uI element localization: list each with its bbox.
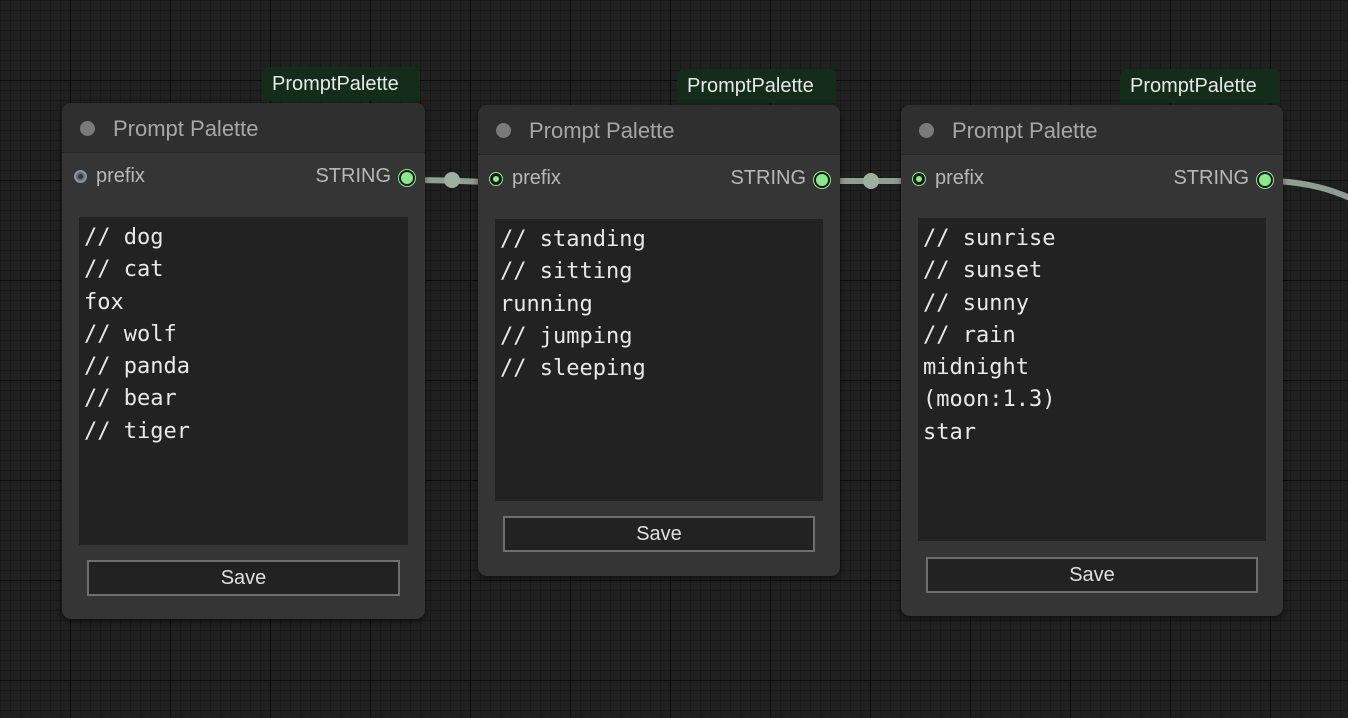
save-button[interactable]: Save bbox=[926, 557, 1258, 593]
prompt-textarea[interactable]: // sunrise // sunset // sunny // rain midnig… bbox=[918, 218, 1266, 541]
prompt-line: // dog bbox=[84, 225, 164, 250]
string-output-label: STRING bbox=[730, 167, 806, 189]
prefix-input-label: prefix bbox=[96, 165, 145, 187]
node-type-badge: PromptPalette bbox=[1120, 69, 1280, 103]
link-midpoint-node2-to-node3[interactable] bbox=[863, 173, 879, 189]
prefix-input-label: prefix bbox=[935, 167, 984, 189]
node-type-badge: PromptPalette bbox=[677, 69, 836, 103]
prompt-line: fox bbox=[84, 289, 124, 315]
prompt-line: // sunset bbox=[923, 258, 1043, 284]
node-title: Prompt Palette bbox=[113, 116, 259, 141]
collapse-dot-icon[interactable] bbox=[919, 123, 934, 138]
prompt-line: (moon:1.3) bbox=[923, 387, 1056, 413]
prompt-line: // sleeping bbox=[500, 356, 646, 382]
node-header[interactable]: Prompt Palette bbox=[478, 105, 840, 155]
prefix-input-label: prefix bbox=[512, 167, 561, 189]
prefix-input-slot-icon[interactable] bbox=[490, 173, 502, 185]
node-type-badge: PromptPalette bbox=[262, 67, 420, 101]
save-button[interactable]: Save bbox=[87, 560, 400, 596]
node-header[interactable]: Prompt Palette bbox=[901, 105, 1283, 155]
link-midpoint-node1-to-node2[interactable] bbox=[444, 172, 460, 188]
prompt-line: // sitting bbox=[500, 259, 633, 285]
prompt-line: running bbox=[500, 291, 593, 317]
prompt-line: // wolf bbox=[84, 321, 177, 347]
prompt-line: // jumping bbox=[500, 323, 633, 349]
prompt-line: // sunny bbox=[923, 290, 1029, 316]
prompt-line: // tiger bbox=[84, 418, 190, 444]
save-button[interactable]: Save bbox=[503, 516, 815, 552]
slot-row: prefix STRING bbox=[478, 155, 840, 203]
collapse-dot-icon[interactable] bbox=[80, 121, 95, 136]
slot-row: prefix STRING bbox=[901, 155, 1283, 203]
prompt-line: // cat bbox=[84, 257, 164, 283]
string-output-slot-icon[interactable] bbox=[814, 172, 830, 188]
string-output-label: STRING bbox=[315, 165, 391, 187]
prefix-input-slot-icon[interactable] bbox=[74, 170, 87, 183]
prompt-line: // standing bbox=[500, 227, 646, 252]
prompt-line: star bbox=[923, 419, 976, 445]
collapse-dot-icon[interactable] bbox=[496, 123, 511, 138]
prompt-palette-node-2[interactable]: Prompt Palette prefix STRING // standing… bbox=[478, 105, 840, 576]
prefix-input-slot-icon[interactable] bbox=[913, 173, 925, 185]
prompt-line: // rain bbox=[923, 322, 1016, 348]
prompt-line: // sunrise bbox=[923, 226, 1056, 251]
string-output-slot-icon[interactable] bbox=[399, 170, 415, 186]
string-output-slot-icon[interactable] bbox=[1257, 172, 1273, 188]
prompt-textarea[interactable]: // dog // cat fox // wolf // panda // bear // … bbox=[79, 217, 408, 545]
prompt-line: // panda bbox=[84, 354, 190, 380]
prompt-palette-node-3[interactable]: Prompt Palette prefix STRING // sunrise /… bbox=[901, 105, 1283, 616]
node-title: Prompt Palette bbox=[529, 118, 675, 143]
node-header[interactable]: Prompt Palette bbox=[62, 103, 425, 153]
prompt-line: // bear bbox=[84, 386, 177, 412]
prompt-textarea[interactable]: // standing // sitting running // jumping //… bbox=[495, 219, 823, 501]
slot-row: prefix STRING bbox=[62, 153, 425, 201]
string-output-label: STRING bbox=[1173, 167, 1249, 189]
node-title: Prompt Palette bbox=[952, 118, 1098, 143]
prompt-line: midnight bbox=[923, 355, 1029, 381]
link-node3-outgoing[interactable] bbox=[1273, 178, 1348, 201]
prompt-palette-node-1[interactable]: Prompt Palette prefix STRING // dog // ca… bbox=[62, 103, 425, 619]
